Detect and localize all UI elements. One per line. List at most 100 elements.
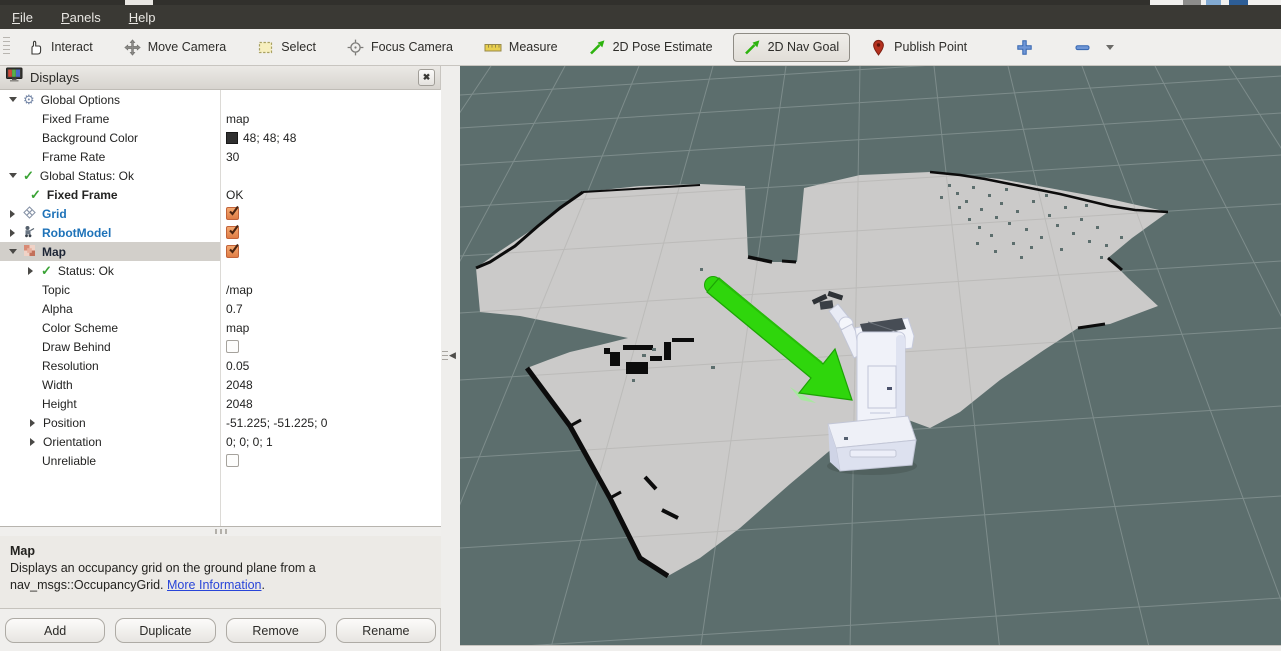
row-value[interactable]: /map — [220, 283, 253, 297]
expand-arrow[interactable] — [28, 419, 37, 427]
tree-row-position[interactable]: Position -51.225; -51.225; 0 — [0, 413, 441, 432]
move-arrows-icon — [124, 39, 141, 56]
render-canvas[interactable] — [460, 66, 1281, 651]
tool-select[interactable]: Select — [246, 33, 327, 62]
row-label: Status: Ok — [58, 264, 114, 278]
row-label: Position — [43, 416, 86, 430]
render-viewport[interactable] — [460, 66, 1281, 651]
row-value[interactable] — [220, 226, 239, 239]
panel-title: Displays — [30, 70, 79, 85]
row-label: Color Scheme — [42, 321, 118, 335]
tree-row-draw-behind[interactable]: Draw Behind — [0, 337, 441, 356]
row-value[interactable]: map — [220, 321, 249, 335]
row-value: 0.05 — [220, 359, 249, 373]
status-ok-icon: ✓ — [41, 264, 52, 277]
row-value[interactable]: 0.7 — [220, 302, 243, 316]
remove-tool-button[interactable] — [1063, 33, 1125, 62]
description-title: Map — [10, 543, 431, 560]
tool-focus-camera[interactable]: Focus Camera — [336, 33, 464, 62]
panel-viewport-splitter[interactable]: ◀ — [441, 66, 460, 651]
expand-arrow[interactable] — [8, 169, 17, 182]
row-value[interactable]: 48; 48; 48 — [220, 131, 296, 145]
displays-tree: ⚙ Global Options Fixed Frame map Backgro… — [0, 90, 441, 527]
row-value[interactable] — [220, 340, 239, 353]
expand-arrow[interactable] — [28, 438, 37, 446]
tree-row-fixed-frame[interactable]: Fixed Frame map — [0, 109, 441, 128]
enabled-checkbox[interactable] — [226, 245, 239, 258]
tree-row-topic[interactable]: Topic /map — [0, 280, 441, 299]
draw-behind-checkbox[interactable] — [226, 340, 239, 353]
tool-publish-point[interactable]: Publish Point — [859, 33, 978, 62]
tool-label: 2D Nav Goal — [768, 40, 840, 54]
selection-box-icon — [257, 39, 274, 56]
expand-arrow[interactable] — [8, 229, 17, 237]
displays-panel: Displays ✖ ⚙ Global Options Fixed Frame … — [0, 66, 441, 651]
map-pin-icon — [870, 39, 887, 56]
remove-button[interactable]: Remove — [226, 618, 326, 643]
tree-row-resolution[interactable]: Resolution 0.05 — [0, 356, 441, 375]
tool-measure[interactable]: Measure — [473, 33, 569, 62]
rename-button[interactable]: Rename — [336, 618, 436, 643]
row-value[interactable] — [220, 245, 239, 258]
row-label: Fixed Frame — [47, 188, 118, 202]
row-value[interactable] — [220, 454, 239, 467]
unreliable-checkbox[interactable] — [226, 454, 239, 467]
chevron-down-icon[interactable] — [1106, 45, 1114, 54]
monitor-icon — [6, 67, 23, 88]
tree-row-map-status[interactable]: ✓ Status: Ok — [0, 261, 441, 280]
tree-row-global-status[interactable]: ✓ Global Status: Ok — [0, 166, 441, 185]
expand-arrow[interactable] — [8, 93, 17, 106]
row-value: 2048 — [220, 378, 253, 392]
tree-row-status-fixed-frame[interactable]: ✓ Fixed Frame OK — [0, 185, 441, 204]
tool-2d-pose-estimate[interactable]: 2D Pose Estimate — [578, 33, 724, 62]
tree-row-robotmodel[interactable]: RobotModel — [0, 223, 441, 242]
displays-panel-header[interactable]: Displays ✖ — [0, 66, 440, 90]
tree-row-alpha[interactable]: Alpha 0.7 — [0, 299, 441, 318]
tree-row-background-color[interactable]: Background Color 48; 48; 48 — [0, 128, 441, 147]
collapse-panel-button[interactable]: ◀ — [441, 342, 460, 368]
tree-row-height[interactable]: Height 2048 — [0, 394, 441, 413]
row-label: Background Color — [42, 131, 138, 145]
expand-arrow[interactable] — [8, 245, 17, 258]
row-value[interactable]: 30 — [220, 150, 239, 164]
tree-row-width[interactable]: Width 2048 — [0, 375, 441, 394]
tree-row-unreliable[interactable]: Unreliable — [0, 451, 441, 470]
tree-row-map[interactable]: Map — [0, 242, 441, 261]
row-value[interactable] — [220, 207, 239, 220]
color-swatch — [226, 132, 238, 144]
tool-2d-nav-goal[interactable]: 2D Nav Goal — [733, 33, 851, 62]
tree-row-orientation[interactable]: Orientation 0; 0; 0; 1 — [0, 432, 441, 451]
display-description: Map Displays an occupancy grid on the gr… — [0, 536, 441, 609]
menu-panels[interactable]: Panels — [61, 10, 101, 25]
tree-row-grid[interactable]: Grid — [0, 204, 441, 223]
tool-label: Measure — [509, 40, 558, 54]
expand-arrow[interactable] — [8, 210, 17, 218]
more-information-link[interactable]: More Information — [167, 578, 261, 592]
add-button[interactable]: Add — [5, 618, 105, 643]
menu-help[interactable]: Help — [129, 10, 156, 25]
map-icon — [23, 244, 36, 260]
crosshair-icon — [347, 39, 364, 56]
enabled-checkbox[interactable] — [226, 226, 239, 239]
tool-move-camera[interactable]: Move Camera — [113, 33, 238, 62]
close-icon[interactable]: ✖ — [418, 69, 435, 86]
enabled-checkbox[interactable] — [226, 207, 239, 220]
toolbar-drag-handle[interactable] — [3, 37, 10, 57]
tree-row-global-options[interactable]: ⚙ Global Options — [0, 90, 441, 109]
row-label: Unreliable — [42, 454, 96, 468]
row-value: 0; 0; 0; 1 — [220, 435, 273, 449]
description-line2: nav_msgs::OccupancyGrid. More Informatio… — [10, 577, 431, 594]
rviz-window: File Panels Help Interact Move Camera Se… — [0, 0, 1281, 651]
add-tool-button[interactable] — [1005, 33, 1044, 62]
tree-row-color-scheme[interactable]: Color Scheme map — [0, 318, 441, 337]
tree-row-frame-rate[interactable]: Frame Rate 30 — [0, 147, 441, 166]
row-value[interactable]: map — [220, 112, 249, 126]
row-value: OK — [220, 188, 243, 202]
row-label: Orientation — [43, 435, 102, 449]
menu-file[interactable]: File — [12, 10, 33, 25]
expand-arrow[interactable] — [26, 267, 35, 275]
panel-splitter-handle[interactable] — [0, 527, 441, 536]
status-ok-icon: ✓ — [30, 188, 41, 201]
duplicate-button[interactable]: Duplicate — [115, 618, 215, 643]
tool-interact[interactable]: Interact — [16, 33, 104, 62]
